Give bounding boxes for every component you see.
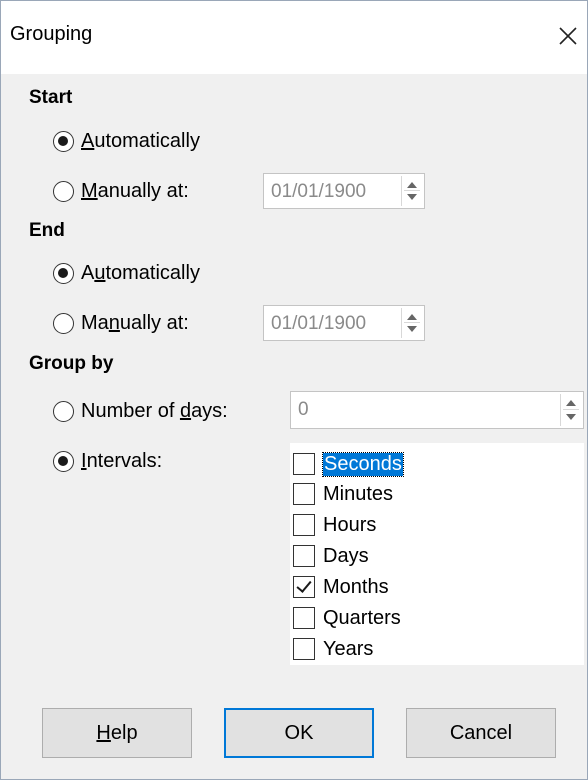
start-date-value: 01/01/1900 — [271, 181, 367, 202]
radio-button-icon — [53, 450, 74, 472]
checkbox-checked-icon[interactable] — [293, 576, 315, 598]
end-date-spinbox[interactable]: 01/01/1900 — [263, 305, 425, 341]
start-date-spin-buttons[interactable] — [401, 176, 422, 206]
close-icon[interactable] — [557, 25, 579, 47]
interval-item-hours[interactable]: Hours — [293, 510, 376, 540]
spin-down-icon[interactable] — [407, 194, 417, 200]
interval-label: Months — [323, 575, 389, 598]
start-automatically-label: Automatically — [81, 129, 200, 152]
checkbox-icon[interactable] — [293, 453, 315, 475]
interval-label: Quarters — [323, 606, 401, 629]
interval-label: Minutes — [323, 482, 394, 505]
intervals-listbox[interactable]: Seconds Minutes Hours Days Months Quarte… — [290, 443, 584, 665]
number-of-days-radio[interactable]: Number of days: — [53, 397, 228, 425]
interval-label: Years — [323, 637, 374, 660]
end-date-spin-buttons[interactable] — [401, 308, 422, 338]
interval-label: Seconds — [322, 451, 404, 477]
interval-item-days[interactable]: Days — [293, 541, 369, 571]
interval-item-quarters[interactable]: Quarters — [293, 603, 401, 633]
start-manually-label: Manually at: — [81, 179, 189, 202]
intervals-radio[interactable]: Intervals: — [53, 447, 162, 475]
end-automatically-label: Automatically — [81, 261, 200, 284]
number-of-days-spinbox[interactable]: 0 — [290, 391, 584, 429]
checkbox-icon[interactable] — [293, 545, 315, 567]
title-bar: Grouping — [1, 1, 587, 74]
interval-item-minutes[interactable]: Minutes — [293, 479, 393, 509]
radio-button-icon — [53, 400, 74, 422]
start-manually-radio[interactable]: Manually at: — [53, 177, 189, 205]
end-manually-label: Manually at: — [81, 311, 189, 334]
number-of-days-label: Number of days: — [81, 399, 228, 422]
spin-down-icon[interactable] — [566, 414, 576, 420]
checkbox-icon[interactable] — [293, 514, 315, 536]
interval-item-seconds[interactable]: Seconds — [293, 449, 404, 479]
end-manually-radio[interactable]: Manually at: — [53, 309, 189, 337]
number-of-days-value: 0 — [298, 399, 309, 420]
spin-up-icon[interactable] — [407, 314, 417, 320]
ok-button-label: OK — [284, 721, 314, 744]
checkbox-icon[interactable] — [293, 607, 315, 629]
radio-button-icon — [53, 262, 74, 284]
grouping-dialog: Grouping Start Automatically Manually at… — [0, 0, 588, 780]
interval-label: Hours — [323, 513, 377, 536]
end-heading: End — [29, 220, 65, 241]
radio-button-icon — [53, 130, 74, 152]
end-date-value: 01/01/1900 — [271, 313, 367, 334]
start-date-spinbox[interactable]: 01/01/1900 — [263, 173, 425, 209]
number-of-days-spin-buttons[interactable] — [560, 394, 581, 426]
cancel-button[interactable]: Cancel — [406, 708, 556, 758]
dialog-title: Grouping — [10, 23, 93, 45]
spin-divider — [563, 409, 579, 410]
interval-label: Days — [323, 544, 369, 567]
ok-button[interactable]: OK — [224, 708, 374, 758]
intervals-label: Intervals: — [81, 449, 163, 472]
spin-divider — [404, 322, 420, 323]
radio-button-icon — [53, 180, 74, 202]
interval-item-months[interactable]: Months — [293, 572, 389, 602]
checkbox-icon[interactable] — [293, 483, 315, 505]
start-heading: Start — [29, 87, 73, 108]
radio-button-icon — [53, 312, 74, 334]
start-automatically-radio[interactable]: Automatically — [53, 127, 200, 155]
spin-divider — [404, 190, 420, 191]
help-button[interactable]: Help — [42, 708, 192, 758]
spin-down-icon[interactable] — [407, 326, 417, 332]
checkbox-icon[interactable] — [293, 638, 315, 660]
interval-item-years[interactable]: Years — [293, 634, 373, 664]
spin-up-icon[interactable] — [566, 400, 576, 406]
cancel-button-label: Cancel — [449, 721, 513, 744]
spin-up-icon[interactable] — [407, 182, 417, 188]
end-automatically-radio[interactable]: Automatically — [53, 259, 200, 287]
group-by-heading: Group by — [29, 353, 114, 374]
